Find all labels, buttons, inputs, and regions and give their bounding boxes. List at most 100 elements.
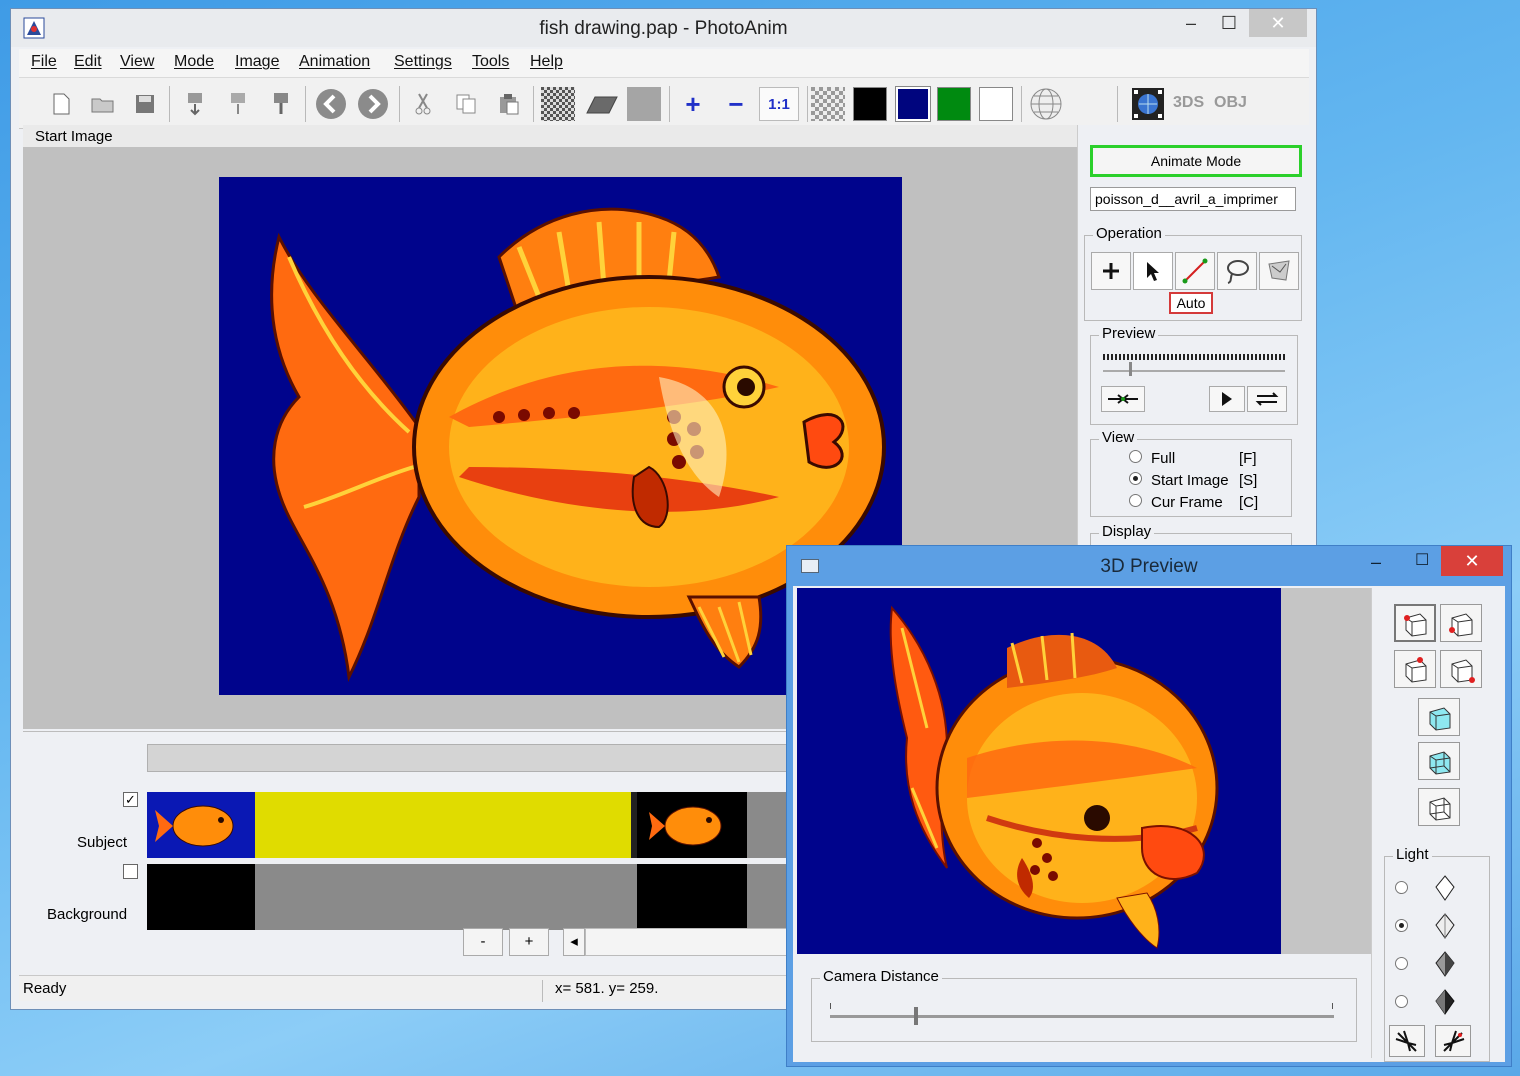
view-cur-frame-radio[interactable] — [1129, 494, 1142, 507]
light-burst-right-icon[interactable] — [1435, 1025, 1471, 1057]
preview-3d-render[interactable] — [797, 588, 1281, 954]
draw-line-icon[interactable] — [1175, 252, 1215, 290]
zoom-timeline-plus-button[interactable]: + — [509, 928, 549, 956]
zoom-in-button[interactable]: + — [679, 89, 707, 119]
plane-icon[interactable] — [585, 87, 619, 121]
auto-toggle[interactable]: Auto — [1169, 292, 1213, 314]
light-burst-left-icon[interactable] — [1389, 1025, 1425, 1057]
export-3ds-button[interactable]: 3DS — [1173, 94, 1204, 112]
warp-icon[interactable] — [1259, 252, 1299, 290]
light-option-1-radio[interactable] — [1395, 881, 1408, 894]
right-panel: Animate Mode poisson_d__avril_a_imprimer… — [1077, 125, 1309, 573]
green-color-swatch[interactable] — [937, 87, 971, 121]
background-track-segment[interactable] — [255, 864, 637, 930]
insert-down-icon[interactable] — [181, 90, 209, 118]
forward-arrow-icon[interactable] — [357, 88, 389, 120]
checker-pattern-icon[interactable] — [541, 87, 575, 121]
paste-icon[interactable] — [495, 90, 523, 118]
zoom-timeline-minus-button[interactable]: - — [463, 928, 503, 956]
play-icon[interactable] — [1209, 386, 1245, 412]
cube-view-1-icon[interactable] — [1394, 604, 1436, 642]
view-full-label[interactable]: Full — [1151, 450, 1175, 467]
cube-side-icon[interactable] — [1418, 742, 1460, 780]
animate-mode-button[interactable]: Animate Mode — [1090, 145, 1302, 177]
time-ruler[interactable] — [147, 744, 807, 772]
view-start-image-label[interactable]: Start Image — [1151, 472, 1229, 489]
add-point-icon[interactable] — [1091, 252, 1131, 290]
step-icon[interactable] — [1101, 386, 1145, 412]
timeline-scroll-left-button[interactable]: ◂ — [563, 928, 585, 956]
checker-swatch-icon[interactable] — [811, 87, 845, 121]
zoom-reset-button[interactable]: 1:1 — [759, 87, 799, 121]
open-folder-icon[interactable] — [89, 90, 117, 118]
preview-minimize-button[interactable]: – — [1371, 552, 1381, 573]
minimize-button[interactable]: – — [1173, 9, 1209, 37]
subject-keyframe-end[interactable] — [637, 792, 747, 858]
camera-distance-track[interactable] — [830, 1015, 1334, 1018]
display-title: Display — [1099, 523, 1155, 540]
toolbar-separator — [305, 86, 306, 122]
preview-titlebar[interactable]: 3D Preview – ☐ ✕ — [787, 546, 1511, 586]
preview-close-button[interactable]: ✕ — [1441, 546, 1503, 576]
black-color-swatch[interactable] — [853, 87, 887, 121]
menu-edit[interactable]: Edit — [74, 53, 102, 71]
gray-square-icon[interactable] — [627, 87, 661, 121]
cut-icon[interactable] — [409, 90, 437, 118]
zoom-out-button[interactable]: − — [722, 89, 750, 119]
file-name-field[interactable]: poisson_d__avril_a_imprimer — [1090, 187, 1296, 211]
copy-icon[interactable] — [452, 90, 480, 118]
background-keyframe-end[interactable] — [637, 864, 747, 930]
background-keyframe-start[interactable] — [147, 864, 255, 930]
window-title: fish drawing.pap - PhotoAnim — [539, 18, 788, 39]
white-color-swatch[interactable] — [979, 87, 1013, 121]
view-start-image-radio[interactable] — [1129, 472, 1142, 485]
menu-file[interactable]: File — [31, 53, 57, 71]
preview-maximize-button[interactable]: ☐ — [1415, 550, 1429, 570]
subject-checkbox[interactable]: ✓ — [123, 792, 138, 807]
menu-image[interactable]: Image — [235, 53, 279, 71]
close-button[interactable]: ✕ — [1249, 9, 1307, 37]
toolbar-separator — [1021, 86, 1022, 122]
save-icon[interactable] — [131, 90, 159, 118]
light-option-3-radio[interactable] — [1395, 957, 1408, 970]
subject-track-segment[interactable] — [255, 792, 631, 858]
main-titlebar[interactable]: fish drawing.pap - PhotoAnim – ☐ ✕ — [11, 9, 1316, 47]
menu-help[interactable]: Help — [530, 53, 563, 71]
background-checkbox[interactable] — [123, 864, 138, 879]
new-file-icon[interactable] — [47, 90, 75, 118]
menu-animation[interactable]: Animation — [299, 53, 370, 71]
toolbar: + − 1:1 3DS OBJ — [19, 77, 1309, 129]
maximize-button[interactable]: ☐ — [1211, 9, 1247, 37]
loop-icon[interactable] — [1247, 386, 1287, 412]
export-obj-button[interactable]: OBJ — [1214, 94, 1247, 112]
insert-up-icon[interactable] — [224, 90, 252, 118]
globe-grid-icon[interactable] — [1029, 87, 1063, 121]
camera-distance-thumb[interactable] — [913, 1007, 918, 1025]
light-option-2-radio[interactable] — [1395, 919, 1408, 932]
cube-front-icon[interactable] — [1418, 698, 1460, 736]
preview-slider-thumb[interactable] — [1129, 362, 1132, 376]
view-full-radio[interactable] — [1129, 450, 1142, 463]
timeline-scrollbar[interactable] — [585, 928, 803, 956]
select-arrow-icon[interactable] — [1133, 252, 1173, 290]
subject-keyframe-start[interactable] — [147, 792, 255, 858]
cube-view-4-icon[interactable] — [1440, 650, 1482, 688]
light-option-4-radio[interactable] — [1395, 995, 1408, 1008]
preview-group: Preview — [1090, 325, 1298, 425]
menu-view[interactable]: View — [120, 53, 154, 71]
view-cur-frame-label[interactable]: Cur Frame — [1151, 494, 1223, 511]
menu-settings[interactable]: Settings — [394, 53, 452, 71]
lasso-icon[interactable] — [1217, 252, 1257, 290]
cube-view-3-icon[interactable] — [1394, 650, 1436, 688]
back-arrow-icon[interactable] — [315, 88, 347, 120]
navy-color-swatch[interactable] — [895, 86, 931, 122]
cube-wire-icon[interactable] — [1418, 788, 1460, 826]
cube-view-2-icon[interactable] — [1440, 604, 1482, 642]
preview-viewport[interactable] — [797, 588, 1371, 954]
film-globe-icon[interactable] — [1131, 87, 1165, 121]
light-gem-2-icon — [1435, 913, 1455, 943]
menu-tools[interactable]: Tools — [472, 53, 509, 71]
canvas-label: Start Image — [35, 128, 113, 145]
pin-icon[interactable] — [267, 90, 295, 118]
menu-mode[interactable]: Mode — [174, 53, 214, 71]
